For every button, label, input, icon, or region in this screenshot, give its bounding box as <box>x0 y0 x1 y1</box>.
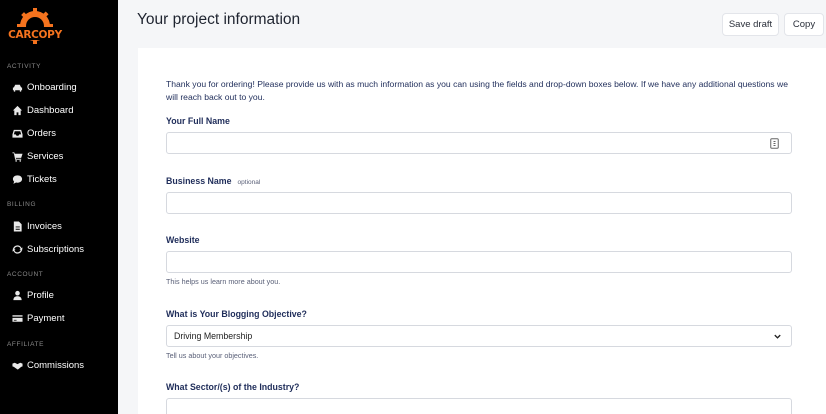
page-header: Your project information Save draft Copy <box>118 0 826 48</box>
sector-input[interactable] <box>167 399 791 414</box>
section-title-billing: BILLING <box>7 201 37 208</box>
full-name-label: Your Full Name <box>166 116 230 126</box>
chevron-down-icon <box>774 334 781 339</box>
sidebar: CARCOPY ACTIVITY Onboarding Dashboard Or… <box>0 0 118 414</box>
home-icon <box>12 105 23 116</box>
optional-tag: optional <box>237 179 261 186</box>
contact-card-icon <box>770 138 779 149</box>
handshake-icon <box>12 360 23 371</box>
document-icon <box>12 220 23 232</box>
credit-card-icon <box>12 313 23 324</box>
full-name-input[interactable] <box>167 133 791 153</box>
cart-icon <box>12 151 23 162</box>
blogging-objective-help-text: Tell us about your objectives. <box>166 351 259 360</box>
blogging-objective-label-text: What is Your Blogging Objective? <box>166 309 307 319</box>
user-icon <box>12 290 23 301</box>
business-name-field[interactable] <box>166 192 792 214</box>
sidebar-item-commissions[interactable]: Commissions <box>12 357 84 373</box>
selected-value: Driving Membership <box>174 331 253 341</box>
business-name-label-text: Business Name <box>166 176 232 186</box>
sidebar-item-label: Dashboard <box>27 104 74 116</box>
sidebar-item-dashboard[interactable]: Dashboard <box>12 102 73 118</box>
business-name-input[interactable] <box>167 193 791 213</box>
website-label-text: Website <box>166 235 200 245</box>
section-title-account: ACCOUNT <box>7 271 44 278</box>
sidebar-item-label: Payment <box>27 312 65 324</box>
sidebar-item-label: Onboarding <box>27 81 77 93</box>
section-title-activity: ACTIVITY <box>7 63 42 70</box>
refresh-icon <box>12 244 23 255</box>
business-name-label: Business Name optional <box>166 176 260 186</box>
sidebar-item-profile[interactable]: Profile <box>12 287 54 303</box>
save-draft-button[interactable]: Save draft <box>722 13 779 36</box>
website-help-text: This helps us learn more about you. <box>166 277 281 286</box>
website-field[interactable] <box>166 251 792 273</box>
sidebar-item-subscriptions[interactable]: Subscriptions <box>12 241 84 257</box>
section-title-affiliate: AFFILIATE <box>7 341 45 348</box>
sector-label-text: What Sector/(s) of the Industry? <box>166 382 300 392</box>
full-name-label-text: Your Full Name <box>166 116 230 126</box>
sidebar-item-tickets[interactable]: Tickets <box>12 171 57 187</box>
car-icon <box>12 82 23 93</box>
copy-button[interactable]: Copy <box>784 13 824 36</box>
sidebar-item-payment[interactable]: Payment <box>12 310 65 326</box>
svg-text:CARCOPY: CARCOPY <box>8 29 62 41</box>
sidebar-item-invoices[interactable]: Invoices <box>12 218 62 234</box>
sidebar-item-orders[interactable]: Orders <box>12 125 56 141</box>
inbox-icon <box>12 128 23 139</box>
sidebar-item-label: Services <box>27 150 64 162</box>
sidebar-item-services[interactable]: Services <box>12 148 63 164</box>
project-form: Thank you for ordering! Please provide u… <box>138 48 826 414</box>
blogging-objective-select[interactable]: Driving Membership <box>166 325 792 347</box>
page-title: Your project information <box>137 11 301 28</box>
sidebar-item-label: Orders <box>27 127 57 139</box>
sidebar-item-onboarding[interactable]: Onboarding <box>12 79 77 95</box>
sector-field[interactable] <box>166 398 792 414</box>
brand-logo[interactable]: CARCOPY <box>6 6 64 52</box>
website-input[interactable] <box>167 252 791 272</box>
full-name-field[interactable] <box>166 132 792 154</box>
sidebar-item-label: Invoices <box>27 220 62 232</box>
sidebar-item-label: Subscriptions <box>27 243 85 255</box>
sidebar-item-label: Tickets <box>27 173 57 185</box>
website-label: Website <box>166 235 200 245</box>
chat-icon <box>12 174 23 185</box>
sidebar-item-label: Profile <box>27 289 54 301</box>
intro-text: Thank you for ordering! Please provide u… <box>166 79 788 102</box>
sector-label: What Sector/(s) of the Industry? <box>166 382 299 392</box>
blogging-objective-label: What is Your Blogging Objective? <box>166 309 307 319</box>
sidebar-item-label: Commissions <box>27 359 85 371</box>
